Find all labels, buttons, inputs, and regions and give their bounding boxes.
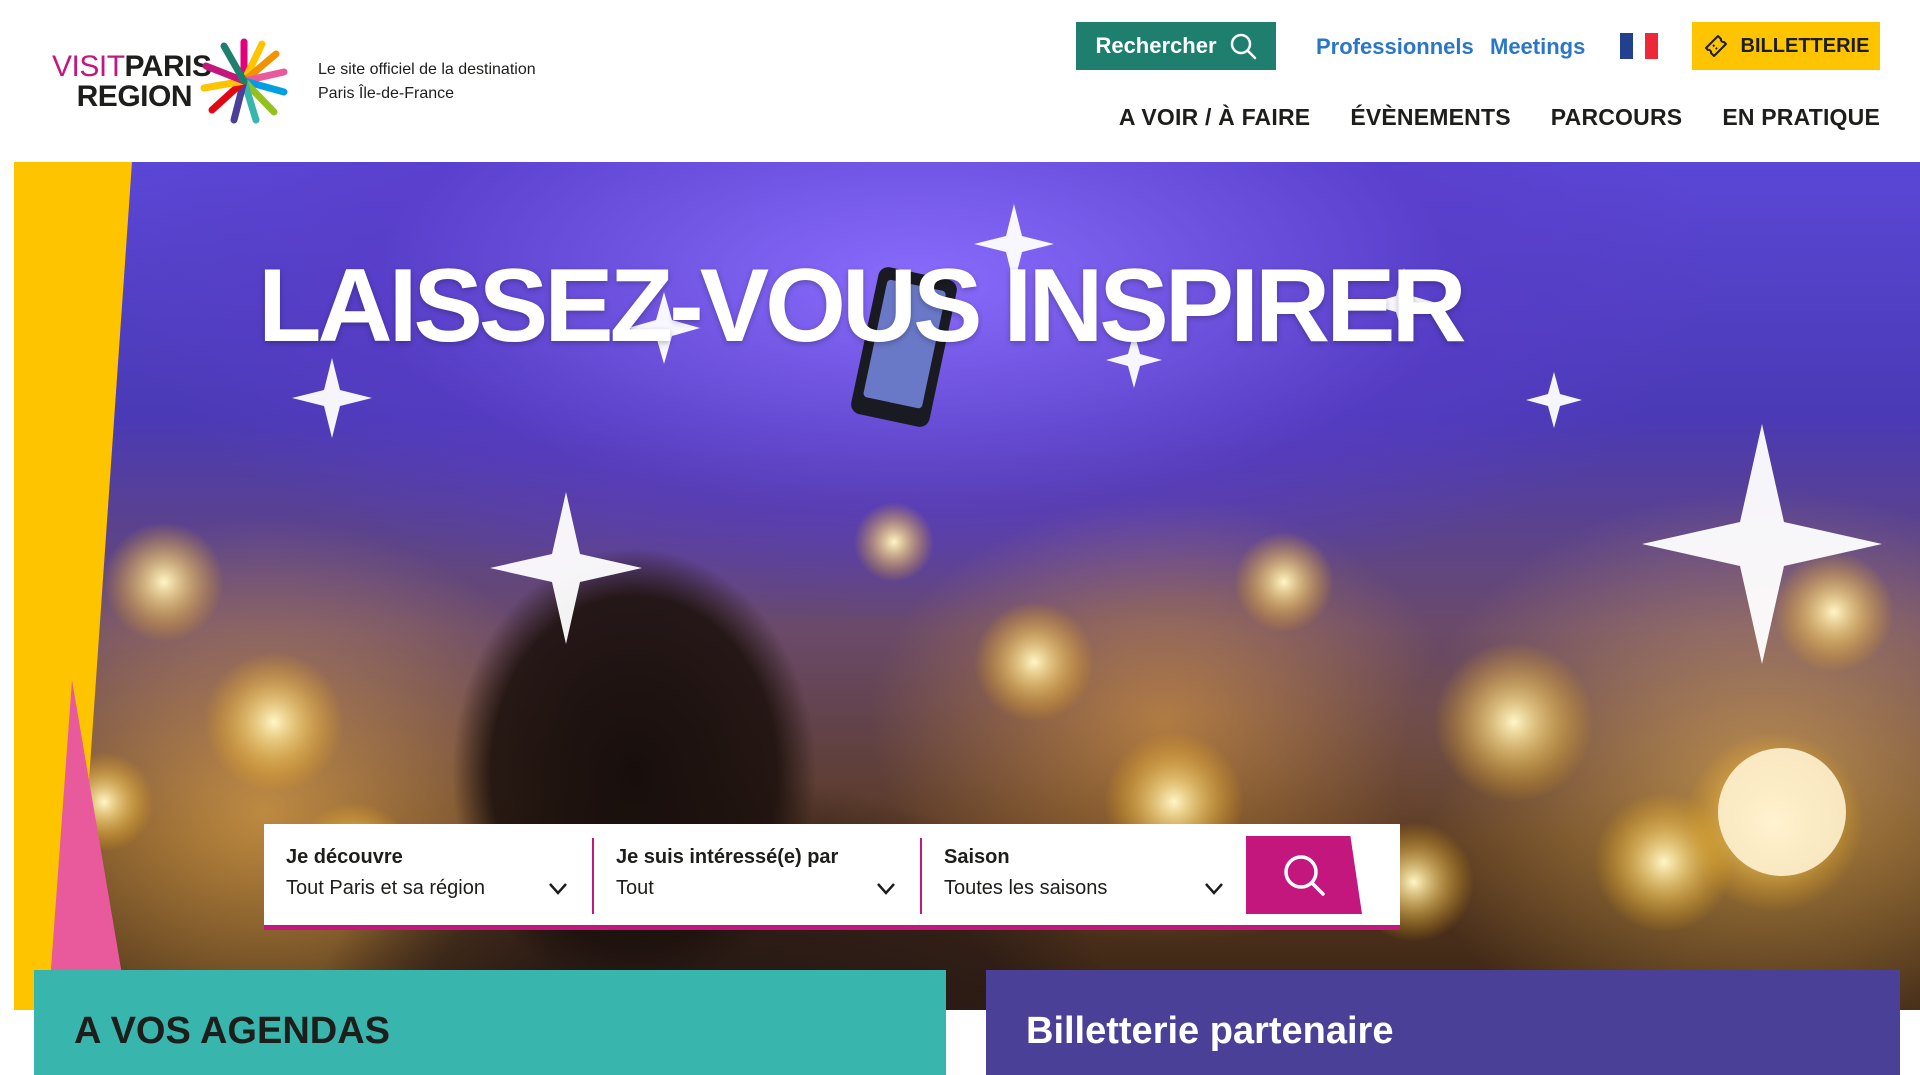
main-navigation: A VOIR / À FAIRE ÉVÈNEMENTS PARCOURS EN …	[1119, 104, 1880, 131]
nav-item-a-voir-a-faire[interactable]: A VOIR / À FAIRE	[1119, 104, 1310, 131]
chevron-down-icon	[877, 883, 895, 895]
agenda-card-title: A VOS AGENDAS	[74, 1010, 391, 1052]
logo-burst-icon	[200, 38, 288, 124]
partner-ticketing-card[interactable]: Billetterie partenaire	[986, 970, 1900, 1075]
professionals-link[interactable]: Professionnels	[1316, 34, 1474, 60]
chevron-down-icon	[1205, 883, 1223, 895]
search-icon	[1284, 855, 1325, 896]
filter-search-button[interactable]	[1246, 836, 1362, 914]
visit-paris-region-logo[interactable]: VISITPARIS REGION	[52, 38, 292, 124]
nav-item-evenements[interactable]: ÉVÈNEMENTS	[1350, 104, 1510, 131]
fr-flag-icon[interactable]	[1620, 33, 1659, 59]
agenda-card[interactable]: A VOS AGENDAS	[34, 970, 946, 1075]
search-icon	[1230, 33, 1256, 60]
filter-saison[interactable]: Saison Toutes les saisons	[920, 838, 1248, 914]
ticket-icon	[1704, 35, 1727, 57]
logo-wordmark: VISITPARIS REGION	[52, 50, 212, 113]
meetings-link[interactable]: Meetings	[1490, 34, 1585, 60]
ticketing-button[interactable]: BILLETTERIE	[1692, 22, 1880, 70]
search-button[interactable]: Rechercher	[1076, 22, 1276, 70]
filter-interet[interactable]: Je suis intéressé(e) par Tout	[592, 838, 920, 914]
discovery-search-bar: Je découvre Tout Paris et sa région Je s…	[264, 824, 1400, 930]
hero-title: LAISSEZ-VOUS INSPIRER	[258, 248, 1467, 364]
filter-je-decouvre[interactable]: Je découvre Tout Paris et sa région	[264, 838, 592, 914]
partner-ticketing-title: Billetterie partenaire	[1026, 1010, 1394, 1052]
site-header: VISITPARIS REGION Le site officiel de la…	[0, 0, 1920, 162]
site-tagline: Le site officiel de la destination Paris…	[318, 61, 536, 102]
chevron-down-icon	[549, 883, 567, 895]
nav-item-parcours[interactable]: PARCOURS	[1551, 104, 1683, 131]
nav-item-en-pratique[interactable]: EN PRATIQUE	[1722, 104, 1880, 131]
